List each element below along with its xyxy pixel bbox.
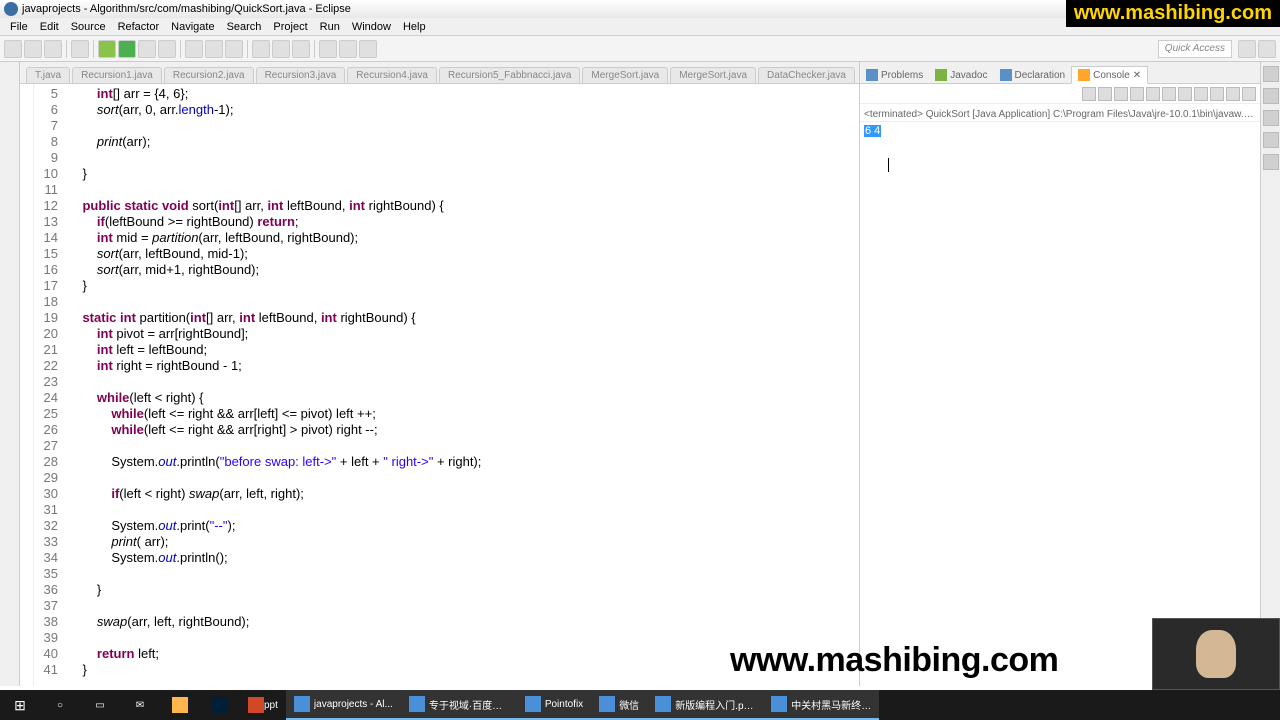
new-package-button[interactable] (205, 40, 223, 58)
editor-tab[interactable]: Recursion3.java (256, 67, 346, 83)
save-button[interactable] (24, 40, 42, 58)
menu-file[interactable]: File (4, 21, 34, 33)
powerpoint-icon[interactable]: ppt (240, 690, 286, 720)
main-toolbar: Quick Access (0, 36, 1280, 62)
menu-source[interactable]: Source (65, 21, 112, 33)
tab-problems[interactable]: Problems (860, 67, 929, 83)
word-wrap-button[interactable] (1162, 87, 1176, 101)
coverage-button[interactable] (138, 40, 156, 58)
photoshop-icon[interactable] (200, 690, 240, 720)
console-status: <terminated> QuickSort [Java Application… (860, 104, 1260, 122)
task-list-icon[interactable] (1263, 88, 1279, 104)
problems-icon (866, 69, 878, 81)
javadoc-icon (935, 69, 947, 81)
right-trim (1260, 62, 1280, 686)
menu-help[interactable]: Help (397, 21, 432, 33)
menu-refactor[interactable]: Refactor (112, 21, 166, 33)
navigator-icon[interactable] (1263, 154, 1279, 170)
console-cursor (888, 158, 889, 172)
annotation-button[interactable] (292, 40, 310, 58)
remove-launch-button[interactable] (1098, 87, 1112, 101)
taskbar-app[interactable]: javaprojects - Al... (286, 690, 401, 720)
tab-console[interactable]: Console ✕ (1071, 66, 1148, 84)
save-all-button[interactable] (44, 40, 62, 58)
run-button[interactable] (118, 40, 136, 58)
new-class-button[interactable] (185, 40, 203, 58)
back-button[interactable] (339, 40, 357, 58)
taskbar-app[interactable]: Pointofix (517, 690, 591, 720)
package-explorer-icon[interactable] (1263, 110, 1279, 126)
task-view-icon[interactable]: ▭ (80, 690, 120, 720)
taskbar-app[interactable]: 微信 (591, 690, 647, 720)
menu-run[interactable]: Run (314, 21, 346, 33)
remove-all-button[interactable] (1114, 87, 1128, 101)
pin-console-button[interactable] (1178, 87, 1192, 101)
debug-button[interactable] (98, 40, 116, 58)
watermark-overlay: www.mashibing.com (730, 641, 1058, 680)
window-title: javaprojects - Algorithm/src/com/mashibi… (22, 3, 351, 15)
forward-button[interactable] (359, 40, 377, 58)
maximize-button[interactable] (1242, 87, 1256, 101)
menu-window[interactable]: Window (346, 21, 397, 33)
console-selected-text: 6 4 (864, 125, 881, 137)
type-hierarchy-icon[interactable] (1263, 132, 1279, 148)
menu-edit[interactable]: Edit (34, 21, 65, 33)
left-trim (0, 62, 20, 686)
editor-tab[interactable]: Recursion4.java (347, 67, 437, 83)
console-icon (1078, 69, 1090, 81)
editor-tab[interactable]: Recursion1.java (72, 67, 162, 83)
declaration-icon (1000, 69, 1012, 81)
editor-tab[interactable]: Recursion5_Fabbnacci.java (439, 67, 580, 83)
webcam-overlay (1152, 618, 1280, 690)
taskbar-app[interactable]: 新版编程入门.pptx... (647, 690, 763, 720)
right-panel: Problems Javadoc Declaration Console ✕ <… (860, 62, 1260, 686)
menu-search[interactable]: Search (221, 21, 268, 33)
editor-tabs: T.javaRecursion1.javaRecursion2.javaRecu… (20, 62, 859, 84)
line-numbers: 5678910111213141516171819202122232425262… (34, 84, 64, 686)
open-type-button[interactable] (225, 40, 243, 58)
perspective-debug-button[interactable] (1258, 40, 1276, 58)
code-editor[interactable]: int[] arr = {4, 6}; sort(arr, 0, arr.len… (64, 84, 859, 686)
editor-tab[interactable]: MergeSort.java (670, 67, 756, 83)
mail-icon[interactable]: ✉ (120, 690, 160, 720)
tab-declaration[interactable]: Declaration (994, 67, 1072, 83)
right-panel-tabs: Problems Javadoc Declaration Console ✕ (860, 62, 1260, 84)
display-console-button[interactable] (1194, 87, 1208, 101)
cortana-icon[interactable]: ○ (40, 690, 80, 720)
windows-taskbar: ⊞ ○ ▭ ✉ ppt javaprojects - Al...专于视域·百度搜… (0, 690, 1280, 720)
eclipse-icon (4, 2, 18, 16)
new-button[interactable] (4, 40, 22, 58)
taskbar-app[interactable]: 中关村黑马新终端... (763, 690, 879, 720)
build-button[interactable] (71, 40, 89, 58)
perspective-java-button[interactable] (1238, 40, 1256, 58)
toggle-mark-button[interactable] (272, 40, 290, 58)
menu-navigate[interactable]: Navigate (165, 21, 220, 33)
minimize-button[interactable] (1226, 87, 1240, 101)
terminate-button[interactable] (1082, 87, 1096, 101)
external-tools-button[interactable] (158, 40, 176, 58)
console-output[interactable]: 6 4 (860, 122, 1260, 686)
quick-access-input[interactable]: Quick Access (1158, 40, 1232, 58)
taskbar-app[interactable]: 专于视域·百度搜... (401, 690, 517, 720)
clear-console-button[interactable] (1130, 87, 1144, 101)
marker-bar (20, 84, 34, 686)
editor-tab[interactable]: MergeSort.java (582, 67, 668, 83)
console-toolbar (860, 84, 1260, 104)
open-console-button[interactable] (1210, 87, 1224, 101)
explorer-icon[interactable] (160, 690, 200, 720)
last-edit-button[interactable] (319, 40, 337, 58)
scroll-lock-button[interactable] (1146, 87, 1160, 101)
editor-tab[interactable]: T.java (26, 67, 70, 83)
watermark-banner: www.mashibing.com (1066, 0, 1280, 27)
start-button[interactable]: ⊞ (0, 690, 40, 720)
tab-javadoc[interactable]: Javadoc (929, 67, 993, 83)
editor-tab[interactable]: Recursion2.java (164, 67, 254, 83)
editor-tab[interactable]: DataChecker.java (758, 67, 855, 83)
outline-view-icon[interactable] (1263, 66, 1279, 82)
editor-area: T.javaRecursion1.javaRecursion2.javaRecu… (20, 62, 860, 686)
menu-project[interactable]: Project (267, 21, 313, 33)
search-button[interactable] (252, 40, 270, 58)
